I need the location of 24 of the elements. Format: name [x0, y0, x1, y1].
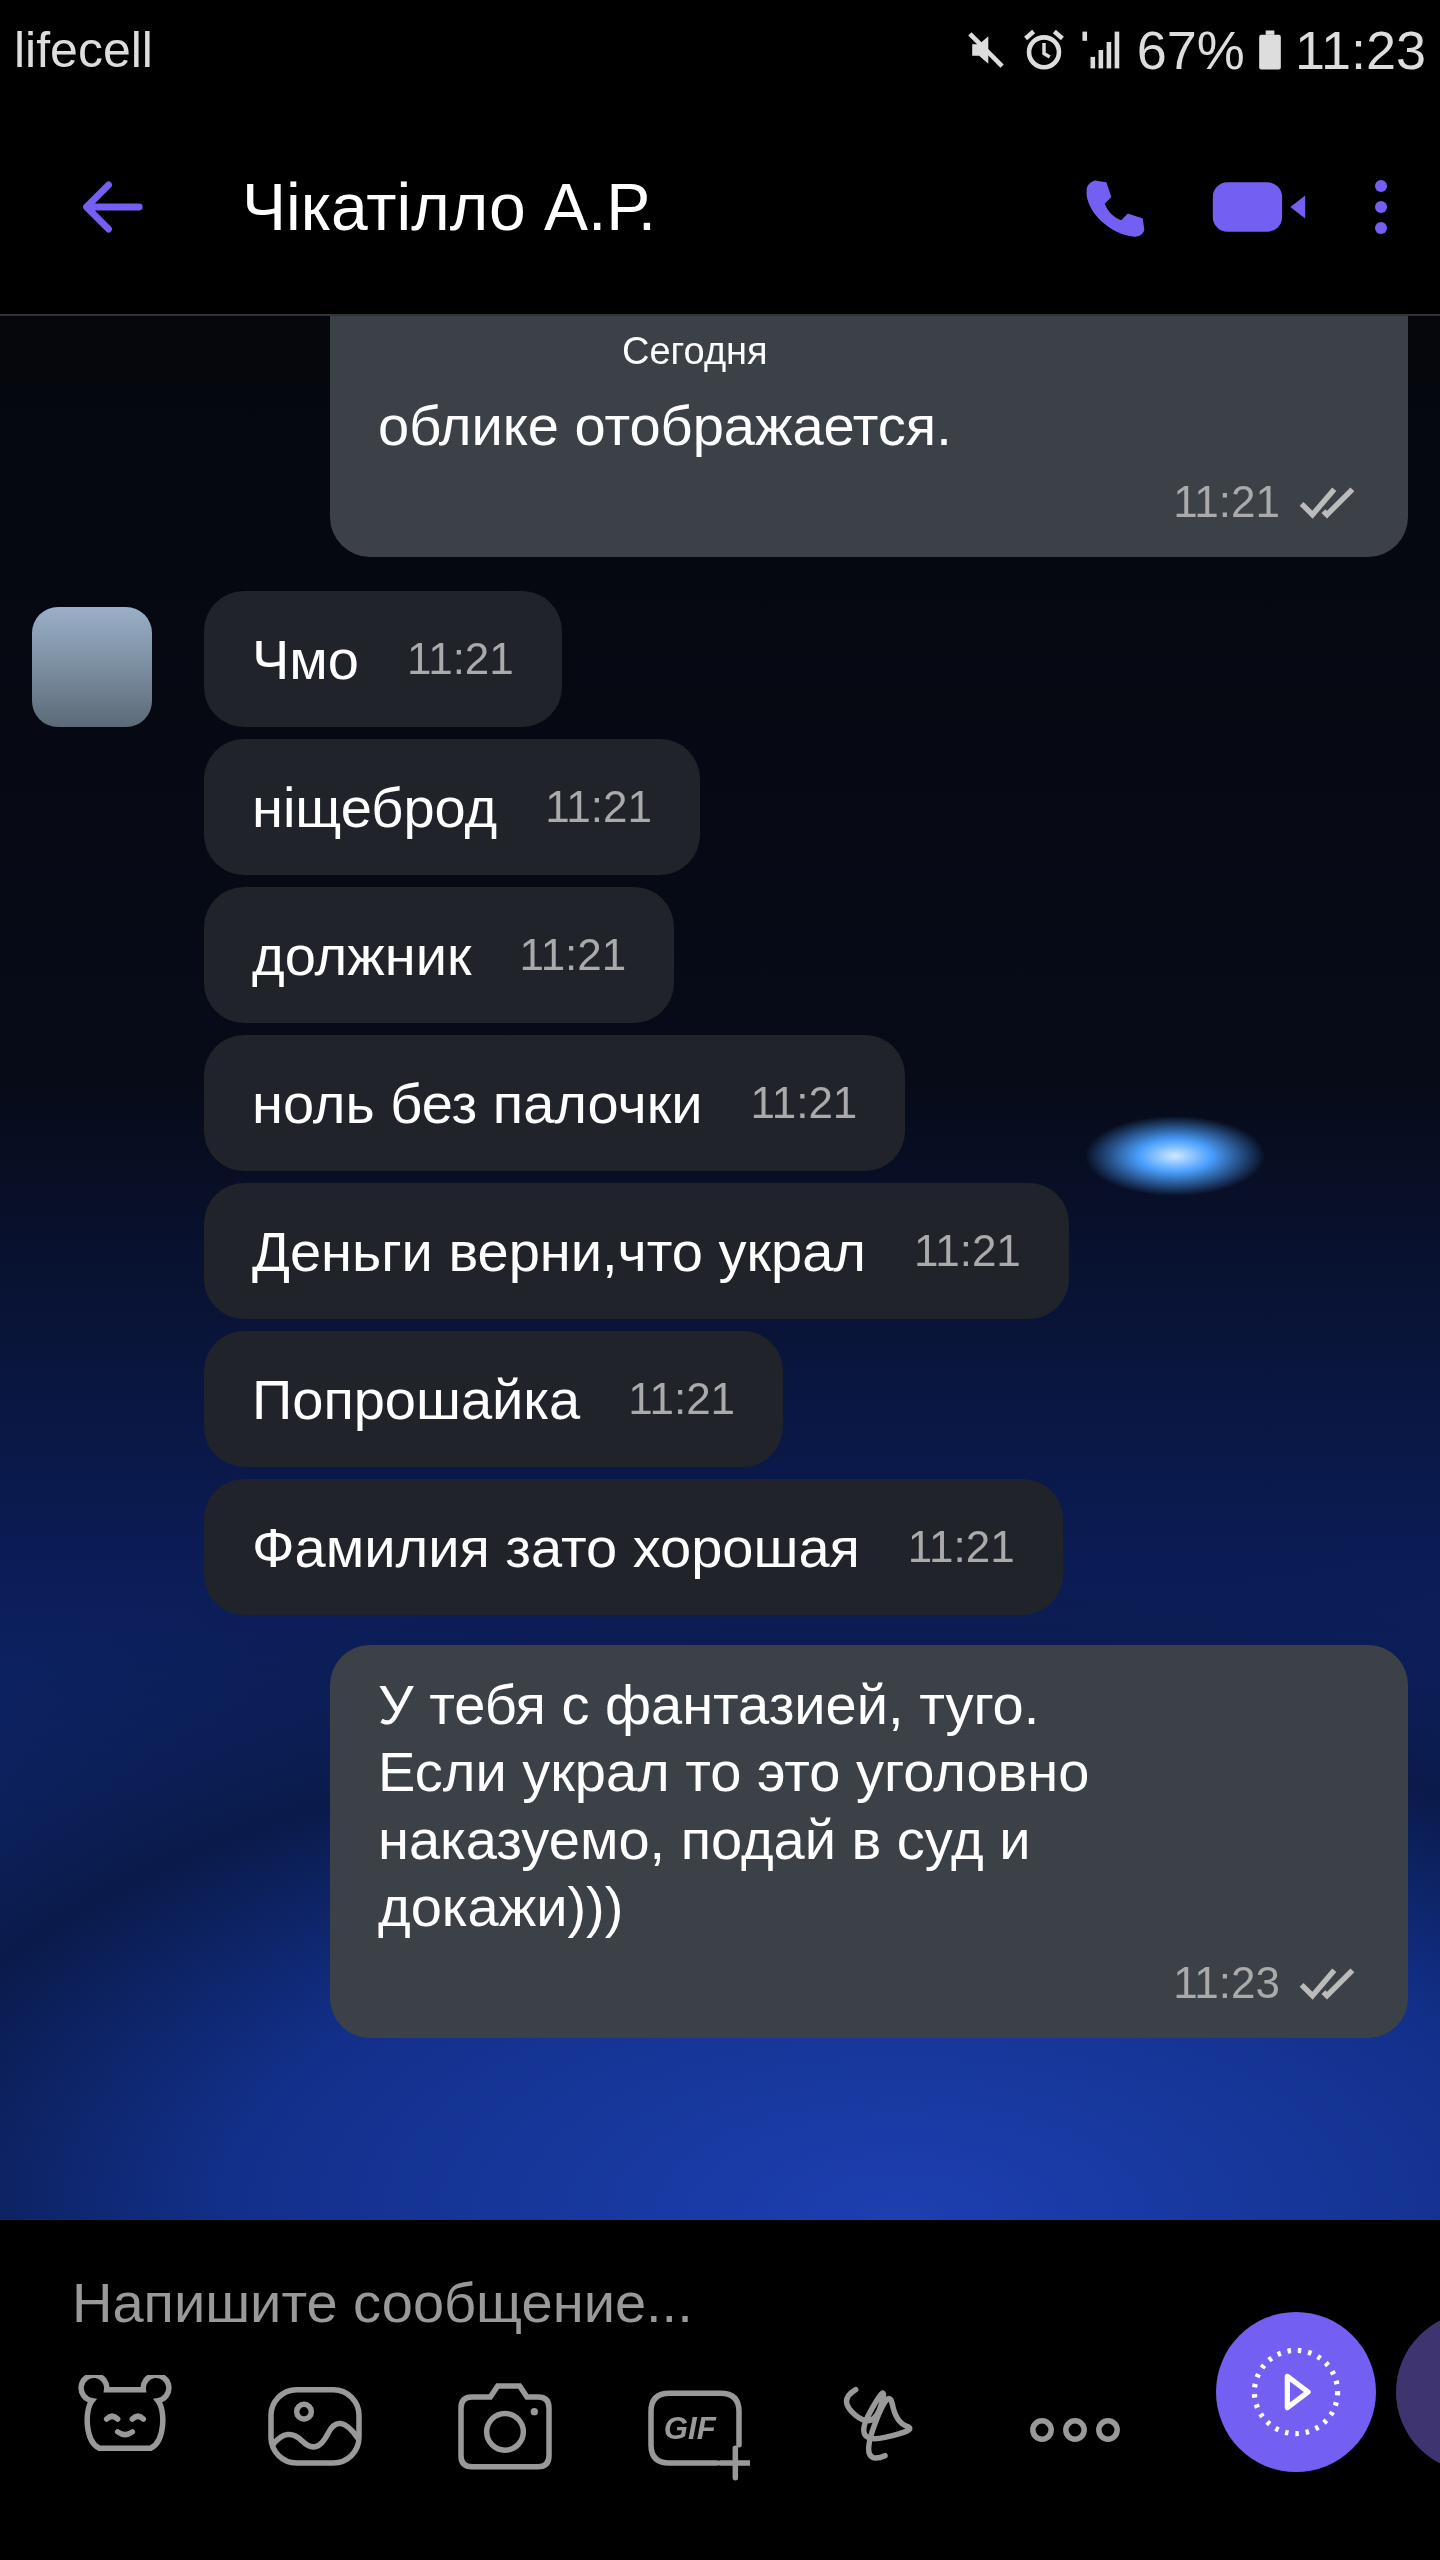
- message-text: должник: [252, 922, 472, 988]
- message-time: 11:23: [1173, 1957, 1280, 2008]
- message-text: У тебя с фантазией, туго. Если украл то это уголовно наказуемо, подай в суд и докажи))): [378, 1672, 1091, 1940]
- message-text: ніщеброд: [252, 774, 498, 840]
- contact-name: Чікатілло А.Р.: [242, 169, 657, 245]
- message-text: Фамилия зато хорошая: [252, 1514, 860, 1580]
- message-time: 11:21: [750, 1078, 858, 1129]
- message-time: 11:21: [628, 1374, 736, 1425]
- message-time: 11:21: [1173, 477, 1280, 528]
- message-time: 11:21: [914, 1226, 1021, 1277]
- avatar-photo-placeholder[interactable]: [32, 607, 152, 728]
- message-time: 11:21: [545, 782, 652, 833]
- battery-percent: 67%: [1136, 19, 1245, 81]
- message-text: Попрошайка: [252, 1366, 581, 1432]
- clock-time: 11:23: [1294, 19, 1426, 81]
- message-time: 11:21: [519, 930, 627, 981]
- message-time: 11:21: [907, 1522, 1015, 1573]
- message-input-field[interactable]: Напишите сообщение...: [72, 2270, 1072, 2335]
- message-text: Чмо: [252, 626, 359, 692]
- message-text: Деньги верни,что украл: [252, 1218, 866, 1284]
- message-text: облике отображается.: [378, 393, 953, 459]
- message-text: ноль без палочки: [252, 1070, 703, 1136]
- carrier-name: lifecell: [14, 21, 153, 79]
- message-time: 11:21: [406, 634, 514, 685]
